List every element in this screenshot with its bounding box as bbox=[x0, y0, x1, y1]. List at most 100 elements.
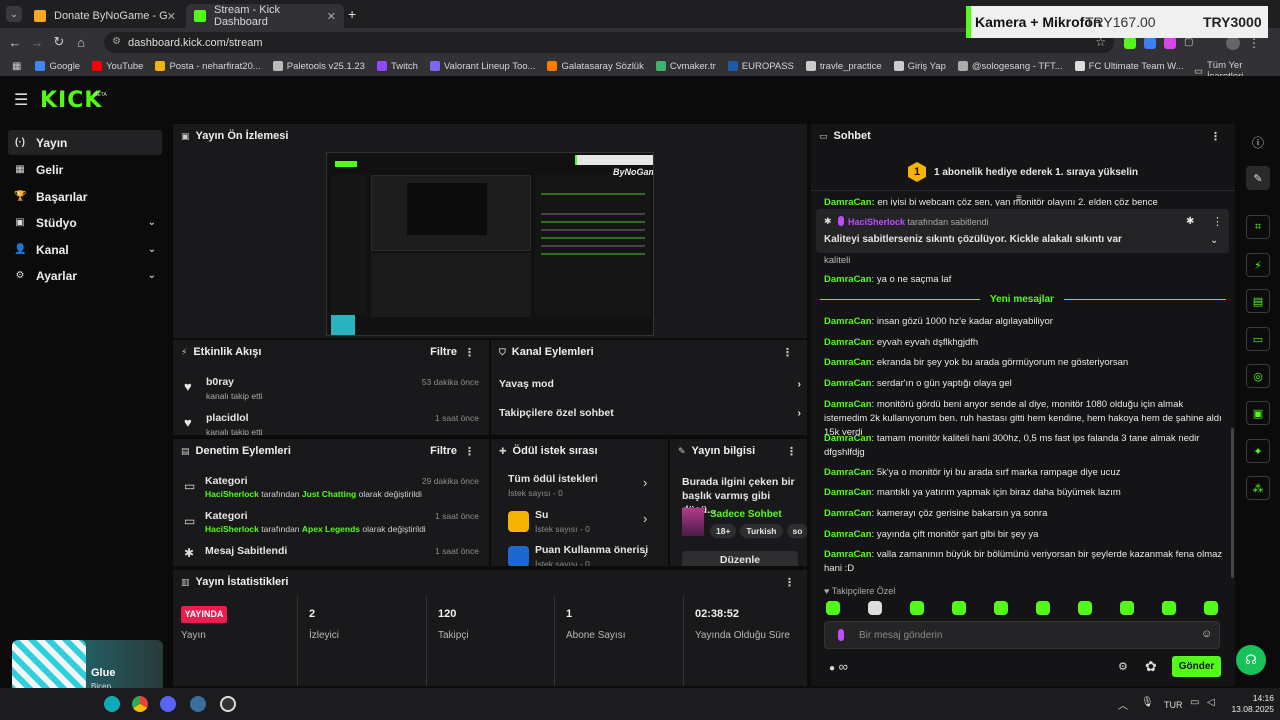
volume-icon[interactable]: ◁ bbox=[1207, 697, 1215, 708]
stream-tag[interactable]: so bbox=[786, 524, 807, 538]
moderation-item[interactable]: ▭ Kategori HaciSherlock tarafından Just Ch… bbox=[173, 475, 489, 509]
tab-kick-dashboard[interactable]: Stream - Kick Dashboard ✕ bbox=[186, 4, 344, 28]
tab-list-icon[interactable]: ⌄ bbox=[6, 6, 22, 22]
sidebar-item-1[interactable]: ▦ Gelir bbox=[8, 157, 162, 182]
chat-username[interactable]: DamraCan bbox=[824, 467, 872, 478]
chat-username[interactable]: DamraCan bbox=[824, 357, 872, 368]
chevron-down-icon[interactable]: ⌄ bbox=[1210, 235, 1218, 246]
more-options-icon[interactable]: ⋮ bbox=[1212, 215, 1223, 228]
apps-grid-icon[interactable]: ▦ bbox=[12, 61, 21, 72]
bookmark-item[interactable]: Cvmaker.tr bbox=[655, 61, 716, 72]
hamburger-menu-icon[interactable]: ☰ bbox=[14, 90, 28, 110]
gift-leaderboard-banner[interactable]: 1 1 abonelik hediye ederek 1. sıraya yük… bbox=[811, 156, 1235, 188]
emote-icon[interactable] bbox=[952, 601, 966, 615]
bookmark-item[interactable]: Paletools v25.1.23 bbox=[272, 61, 365, 72]
pinned-user[interactable]: HaciSherlock bbox=[848, 217, 905, 227]
chat-input[interactable]: Bir mesaj gönderin ☺ bbox=[824, 621, 1220, 649]
back-icon[interactable]: ← bbox=[4, 35, 26, 50]
microphone-icon[interactable]: 🎙 bbox=[1141, 697, 1154, 708]
activity-username[interactable]: b0ray bbox=[206, 376, 234, 388]
url-bar[interactable]: ⚙ dashboard.kick.com/stream ☆ bbox=[104, 32, 1114, 53]
more-options-icon[interactable]: ⋮ bbox=[786, 445, 797, 458]
chat-username[interactable]: DamraCan bbox=[824, 433, 872, 444]
stream-tag[interactable]: Turkish bbox=[740, 524, 783, 538]
stream-tag[interactable]: 18+ bbox=[710, 524, 737, 538]
apps-icon[interactable]: ⁂ bbox=[1246, 476, 1270, 500]
activity-item[interactable]: ♥ placidlol kanalı takip etti 1 saat önce bbox=[173, 412, 489, 435]
pencil-icon[interactable]: ✎ bbox=[1246, 166, 1270, 190]
chat-settings-icon[interactable]: ⚙ bbox=[1118, 660, 1128, 673]
chat-username[interactable]: DamraCan bbox=[824, 549, 872, 560]
bookmark-item[interactable]: Valorant Lineup Too... bbox=[429, 61, 535, 72]
emote-icon[interactable] bbox=[826, 601, 840, 615]
chat-username[interactable]: DamraCan bbox=[824, 337, 872, 348]
bookmark-item[interactable]: YouTube bbox=[92, 61, 143, 72]
new-tab-icon[interactable]: + bbox=[348, 6, 356, 22]
extension-icon[interactable] bbox=[1124, 37, 1136, 49]
emote-icon[interactable] bbox=[1078, 601, 1092, 615]
edit-stream-info-button[interactable]: Düzenle bbox=[682, 551, 798, 566]
moderation-target[interactable]: Just Chatting bbox=[302, 489, 356, 499]
chat-username[interactable]: DamraCan bbox=[824, 274, 872, 285]
emote-icon[interactable] bbox=[1204, 601, 1218, 615]
chat-username[interactable]: DamraCan bbox=[824, 487, 872, 498]
followers-only-chat-item[interactable]: Takipçilere özel sohbet › bbox=[499, 407, 801, 419]
more-options-icon[interactable]: ⋮ bbox=[1210, 130, 1221, 143]
close-tab-icon[interactable]: ✕ bbox=[167, 10, 176, 23]
chat-username[interactable]: DamraCan: bbox=[824, 197, 877, 206]
close-tab-icon[interactable]: ✕ bbox=[327, 10, 336, 23]
extension-icon[interactable] bbox=[1144, 37, 1156, 49]
wrench-icon[interactable]: ✦ bbox=[1246, 439, 1270, 463]
activity-username[interactable]: placidlol bbox=[206, 412, 249, 424]
chat-scrollbar[interactable] bbox=[1231, 428, 1234, 578]
bookmark-item[interactable]: Galatasaray Sözlük bbox=[547, 61, 644, 72]
menu-dots-icon[interactable]: ⋮ bbox=[1248, 36, 1260, 50]
scan-icon[interactable]: ⌗ bbox=[1246, 215, 1270, 239]
reward-item[interactable]: Puan Kullanma önerisi İstek sayısı - 0 › bbox=[491, 544, 668, 566]
site-info-icon[interactable]: ⚙ bbox=[112, 36, 121, 47]
lightning-icon[interactable]: ⚡ bbox=[1246, 253, 1270, 277]
collapse-handle-icon[interactable]: ≡ bbox=[1016, 193, 1022, 204]
emote-icon[interactable] bbox=[910, 601, 924, 615]
stream-preview-video[interactable]: ByNoGame bbox=[326, 152, 654, 336]
layers-icon[interactable]: ▣ bbox=[1246, 401, 1270, 425]
forward-icon[interactable]: → bbox=[26, 35, 48, 50]
emote-icon[interactable] bbox=[1036, 601, 1050, 615]
emote-icon[interactable] bbox=[1120, 601, 1134, 615]
tray-chevron-icon[interactable]: ︿ bbox=[1118, 697, 1128, 712]
category-name[interactable]: Sadece Sohbet bbox=[710, 509, 782, 520]
sidebar-item-5[interactable]: ⚙ Ayarlar ⌄ bbox=[8, 263, 162, 288]
more-options-icon[interactable]: ⋮ bbox=[464, 445, 475, 458]
chrome-icon[interactable] bbox=[132, 696, 148, 712]
support-chat-icon[interactable]: ☊ bbox=[1236, 645, 1266, 675]
bookmark-item[interactable]: Twitch bbox=[376, 61, 418, 72]
sidebar-item-4[interactable]: 👤 Kanal ⌄ bbox=[8, 237, 162, 262]
discord-icon[interactable] bbox=[160, 696, 176, 712]
more-options-icon[interactable]: ⋮ bbox=[464, 346, 475, 359]
moderation-item[interactable]: ▭ Kategori HaciSherlock tarafından Apex Le… bbox=[173, 510, 489, 544]
steam-icon[interactable] bbox=[190, 696, 206, 712]
info-icon[interactable]: ⓘ bbox=[1252, 134, 1264, 151]
chat-icon[interactable]: ▭ bbox=[1246, 327, 1270, 351]
channel-points[interactable]: ● ∞ bbox=[829, 659, 848, 674]
bookmark-item[interactable]: Google bbox=[35, 61, 80, 72]
chat-username[interactable]: DamraCan bbox=[824, 399, 872, 410]
chat-username[interactable]: DamraCan bbox=[824, 529, 872, 540]
language-indicator[interactable]: TUR bbox=[1164, 700, 1183, 710]
tab-bynogame[interactable]: Donate ByNoGame - Gelen/Gid ✕ bbox=[26, 4, 184, 28]
moderator-name[interactable]: HaciSherlock bbox=[205, 524, 259, 534]
emote-icon[interactable] bbox=[994, 601, 1008, 615]
app-icon[interactable] bbox=[104, 696, 120, 712]
clock[interactable]: 14:16 13.08.2025 bbox=[1222, 693, 1274, 715]
activity-item[interactable]: ♥ b0ray kanalı takip etti 53 dakika önce bbox=[173, 376, 489, 410]
bookmark-item[interactable]: Giriş Yap bbox=[893, 61, 946, 72]
moderation-target[interactable]: Apex Legends bbox=[302, 524, 360, 534]
emote-icon[interactable] bbox=[1162, 601, 1176, 615]
sidebar-item-2[interactable]: 🏆 Başarılar bbox=[8, 184, 162, 209]
chat-username[interactable]: DamraCan bbox=[824, 378, 872, 389]
emote-icon[interactable] bbox=[868, 601, 882, 615]
moderator-name[interactable]: HaciSherlock bbox=[205, 489, 259, 499]
network-icon[interactable]: ▭ bbox=[1190, 697, 1199, 708]
broadcast-icon[interactable]: ◎ bbox=[1246, 364, 1270, 388]
profile-icon[interactable] bbox=[1226, 36, 1240, 50]
